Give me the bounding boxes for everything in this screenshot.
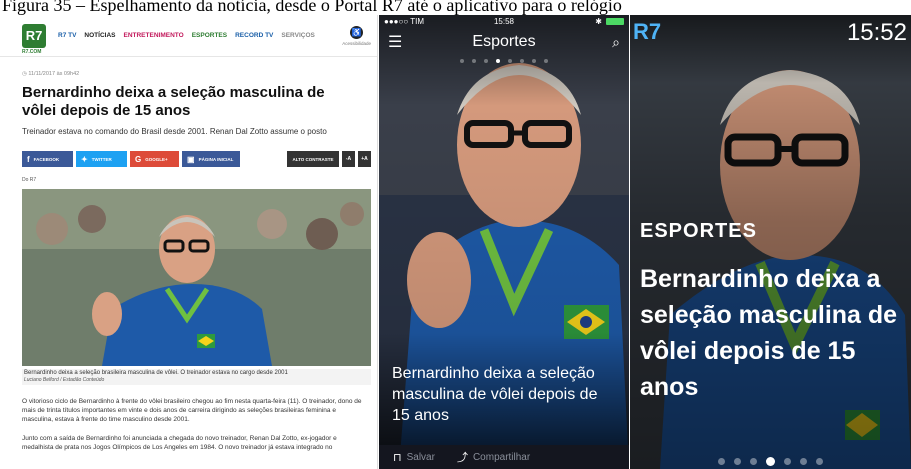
page-dot[interactable] bbox=[544, 59, 548, 63]
home-page-icon: ▣ bbox=[187, 154, 195, 164]
coach-photo-illustration bbox=[22, 189, 371, 366]
watch-headline[interactable]: Bernardinho deixa a seleção masculina de… bbox=[640, 261, 905, 405]
nav-menu: R7 TV NOTÍCIAS ENTRETENIMENTO ESPORTES R… bbox=[58, 32, 315, 39]
date-text: 11/11/2017 às 09h42 bbox=[28, 71, 80, 77]
nav-item-entretenimento[interactable]: ENTRETENIMENTO bbox=[123, 32, 183, 39]
page-dot[interactable] bbox=[520, 59, 524, 63]
article-paragraph: Junto com a saída de Bernardinho foi anu… bbox=[22, 435, 337, 451]
watch-time: 15:52 bbox=[846, 19, 907, 46]
article-source: Do R7 bbox=[22, 177, 37, 183]
increase-font-button[interactable]: +A bbox=[358, 151, 371, 167]
page-dot[interactable] bbox=[734, 458, 741, 465]
share-facebook-label: FACEBOOK bbox=[33, 156, 60, 162]
accessibility-icon: ♿ bbox=[350, 25, 364, 39]
page-dot[interactable] bbox=[766, 457, 775, 466]
page-dot[interactable] bbox=[484, 59, 488, 63]
facebook-icon: f bbox=[27, 154, 30, 164]
top-navigation: R7 R7.COM R7 TV NOTÍCIAS ENTRETENIMENTO … bbox=[0, 15, 377, 57]
search-icon[interactable]: ⌕ bbox=[600, 34, 620, 51]
page-dot[interactable] bbox=[496, 59, 500, 63]
logo-subtext: R7.COM bbox=[22, 48, 42, 55]
share-button[interactable]: ⤴ Compartilhar bbox=[457, 449, 530, 465]
nav-item-recordtv[interactable]: RECORD TV bbox=[235, 32, 273, 39]
accessibility-button[interactable]: ♿ Acessibilidade bbox=[342, 25, 371, 46]
article-date: ◷ 11/11/2017 às 09h42 bbox=[22, 71, 377, 77]
r7-logo[interactable]: R7 R7.COM bbox=[22, 23, 46, 55]
page-dot[interactable] bbox=[718, 458, 725, 465]
font-controls: ALTO CONTRASTE -A +A bbox=[287, 151, 371, 167]
article-subheadline: Treinador estava no comando do Brasil de… bbox=[22, 127, 327, 136]
share-label: Compartilhar bbox=[472, 451, 531, 463]
nav-item-esportes[interactable]: ESPORTES bbox=[192, 32, 227, 39]
decrease-font-button[interactable]: -A bbox=[342, 151, 355, 167]
save-button[interactable]: ⊓ Salvar bbox=[393, 451, 435, 464]
phone-app-screenshot: ●●●○○ TIM 15:58 ✱ ☰ Esportes ⌕ Bernardin… bbox=[379, 15, 629, 469]
page-dot[interactable] bbox=[532, 59, 536, 63]
desktop-portal-screenshot: R7 R7.COM R7 TV NOTÍCIAS ENTRETENIMENTO … bbox=[0, 15, 378, 469]
page-indicator bbox=[379, 59, 629, 63]
share-facebook-button[interactable]: f FACEBOOK bbox=[22, 151, 73, 167]
page-dot[interactable] bbox=[508, 59, 512, 63]
photo-credit: Luciano Belford / Estadão Conteúdo bbox=[24, 377, 105, 383]
status-bar: ●●●○○ TIM 15:58 ✱ bbox=[379, 15, 629, 27]
share-twitter-button[interactable]: ✦ TWITTER bbox=[76, 151, 127, 167]
watch-brand: R7 bbox=[633, 19, 662, 44]
article-headline: Bernardinho deixa a seleção masculina de… bbox=[22, 84, 325, 119]
battery-icon bbox=[606, 17, 624, 25]
page-dot[interactable] bbox=[460, 59, 464, 63]
nav-item-noticias[interactable]: NOTÍCIAS bbox=[84, 32, 115, 39]
twitter-icon: ✦ bbox=[81, 154, 88, 164]
page-dot[interactable] bbox=[816, 458, 823, 465]
home-page-button[interactable]: ▣ PÁGINA INICIAL bbox=[182, 151, 240, 167]
google-plus-icon: G bbox=[135, 154, 142, 164]
status-right: ✱ bbox=[544, 17, 624, 26]
watch-category: ESPORTES bbox=[640, 220, 757, 242]
page-dot[interactable] bbox=[750, 458, 757, 465]
high-contrast-button[interactable]: ALTO CONTRASTE bbox=[287, 151, 339, 167]
share-bar: f FACEBOOK ✦ TWITTER G GOOGLE+ ▣ PÁGINA … bbox=[22, 151, 377, 167]
nav-item-servicos[interactable]: SERVIÇOS bbox=[281, 32, 314, 39]
share-icon: ⤴ bbox=[456, 452, 468, 464]
page-dot[interactable] bbox=[800, 458, 807, 465]
watch-page-indicator bbox=[630, 457, 911, 466]
logo-text: R7 bbox=[25, 28, 43, 43]
figure-caption: Figura 35 – Espelhamento da notícia, des… bbox=[2, 0, 622, 15]
status-time: 15:58 bbox=[493, 16, 515, 26]
watch-header: R7 15:52 bbox=[630, 15, 911, 53]
share-google-button[interactable]: G GOOGLE+ bbox=[130, 151, 179, 167]
menu-icon[interactable]: ☰ bbox=[388, 32, 408, 52]
watch-app-screenshot: R7 15:52 ESPORTES Bernardinho deixa a se… bbox=[630, 15, 911, 469]
accessibility-label: Acessibilidade bbox=[342, 40, 371, 46]
article-paragraph: O vitorioso ciclo de Bernardinho à frent… bbox=[22, 398, 362, 423]
bookmark-icon: ⊓ bbox=[393, 451, 402, 464]
photo-caption-text: Bernardinho deixa a seleção brasileira m… bbox=[24, 370, 288, 376]
nav-item-r7tv[interactable]: R7 TV bbox=[58, 32, 76, 39]
article-photo bbox=[22, 189, 371, 366]
photo-caption: Bernardinho deixa a seleção brasileira m… bbox=[22, 369, 371, 385]
article-actions: ⊓ Salvar ⤴ Compartilhar bbox=[379, 445, 629, 469]
share-twitter-label: TWITTER bbox=[91, 156, 112, 162]
bluetooth-icon: ✱ bbox=[595, 16, 602, 26]
home-page-label: PÁGINA INICIAL bbox=[198, 156, 234, 162]
share-google-label: GOOGLE+ bbox=[145, 156, 168, 162]
save-label: Salvar bbox=[406, 451, 435, 463]
page-dot[interactable] bbox=[784, 458, 791, 465]
section-title: Esportes bbox=[472, 33, 536, 50]
carrier-signal: ●●●○○ TIM bbox=[384, 16, 425, 26]
phone-headline[interactable]: Bernardinho deixa a seleção masculina de… bbox=[392, 363, 617, 426]
page-dot[interactable] bbox=[472, 59, 476, 63]
app-header: ☰ Esportes ⌕ bbox=[379, 27, 629, 57]
